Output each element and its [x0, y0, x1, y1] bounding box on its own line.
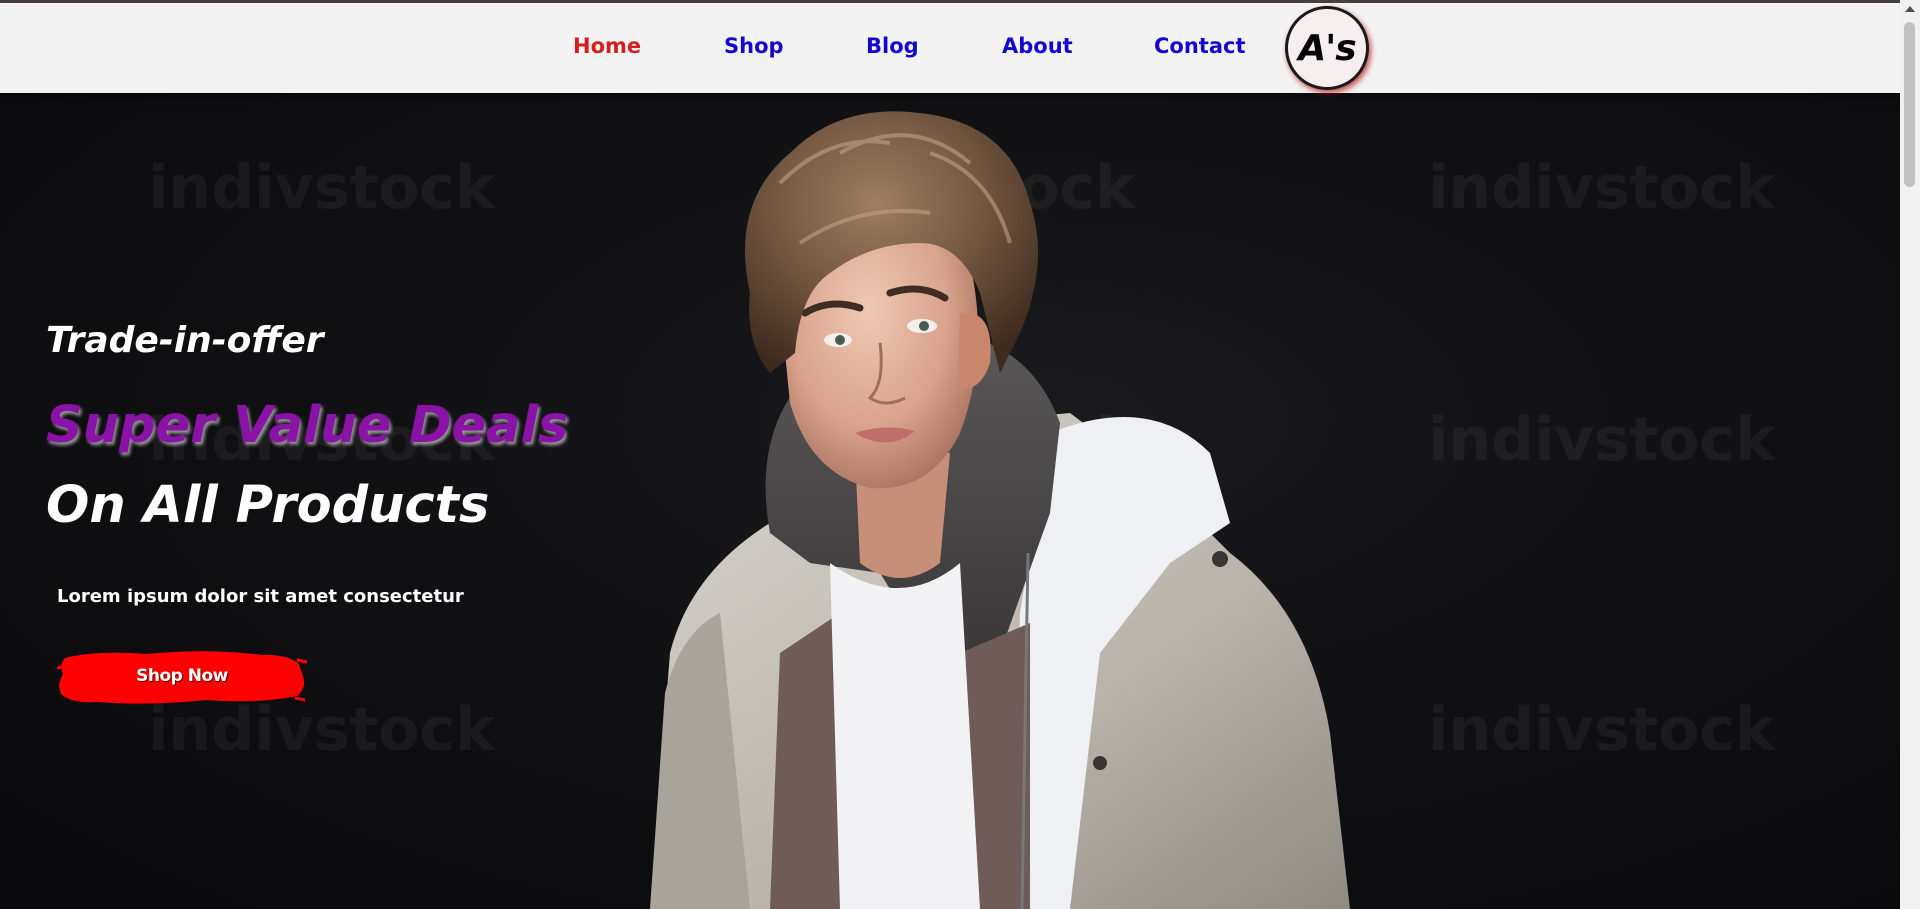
t-shirt: [830, 563, 980, 909]
hero-description: Lorem ipsum dolor sit amet consectetur: [57, 586, 464, 607]
triangle-up-icon[interactable]: [1905, 6, 1915, 12]
shop-now-label: Shop Now: [136, 666, 228, 686]
jacket-button: [1093, 756, 1107, 770]
pupil: [919, 321, 929, 331]
scrollbar-thumb[interactable]: [1904, 22, 1915, 187]
hero-headline-secondary: On All Products: [46, 476, 490, 535]
hero-subtitle: Trade-in-offer: [46, 320, 324, 361]
page: Home Shop Blog About Contact A's indivst…: [0, 0, 1920, 909]
vertical-scrollbar[interactable]: [1900, 0, 1920, 909]
pupil: [835, 335, 845, 345]
hero-model-image: [650, 111, 1350, 909]
nav-link-home[interactable]: Home: [573, 34, 641, 58]
nav-link-blog[interactable]: Blog: [866, 34, 919, 58]
navbar: Home Shop Blog About Contact A's: [0, 3, 1900, 93]
shop-now-button[interactable]: Shop Now: [57, 646, 307, 706]
nav-link-contact[interactable]: Contact: [1154, 34, 1246, 58]
jacket-button: [1212, 551, 1228, 567]
watermark: indivstock: [148, 153, 495, 223]
nav-link-shop[interactable]: Shop: [724, 34, 784, 58]
watermark: indivstock: [1428, 153, 1775, 223]
nav-link-about[interactable]: About: [1002, 34, 1073, 58]
watermark: indivstock: [1428, 405, 1775, 475]
brand-logo[interactable]: A's: [1285, 6, 1369, 90]
hero-headline-primary: Super Value Deals: [46, 396, 569, 455]
watermark: indivstock: [1428, 695, 1775, 765]
hero-banner: indivstock indivstock indivstock indivst…: [0, 93, 1900, 909]
